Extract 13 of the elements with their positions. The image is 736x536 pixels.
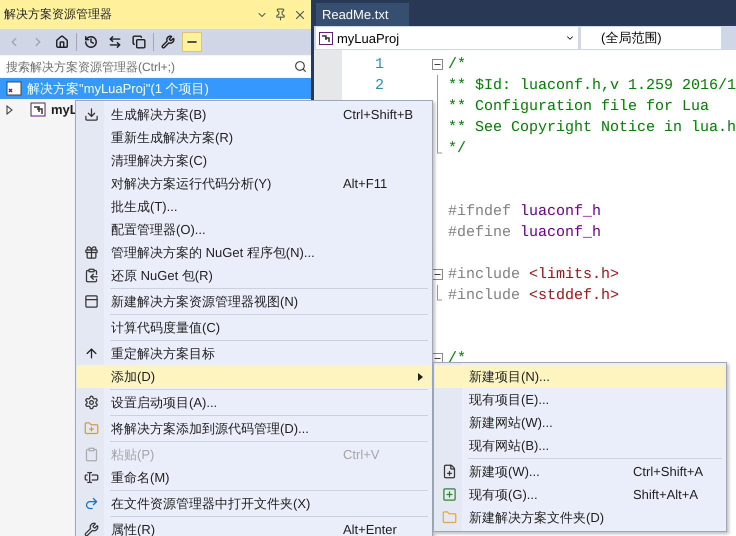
code-line: #include <stddef.h> xyxy=(448,287,619,304)
code-line: ** Configuration file for Lua xyxy=(448,98,709,115)
line-number: 1 xyxy=(374,56,384,73)
line-number: 2 xyxy=(374,77,384,94)
code-line: */ xyxy=(448,140,466,157)
code-line: ** $Id: luaconf.h,v 1.259 2016/1 xyxy=(448,77,736,94)
code-line: ** See Copyright Notice in lua.h xyxy=(448,119,736,136)
code-line: #ifndef luaconf_h xyxy=(448,203,601,220)
code-line: #define luaconf_h xyxy=(448,224,601,241)
code-line: /* xyxy=(448,350,466,367)
code-line: /* xyxy=(448,56,466,73)
panel-title: 解决方案资源管理器 xyxy=(4,6,113,23)
code-line: #include <limits.h> xyxy=(448,266,619,283)
